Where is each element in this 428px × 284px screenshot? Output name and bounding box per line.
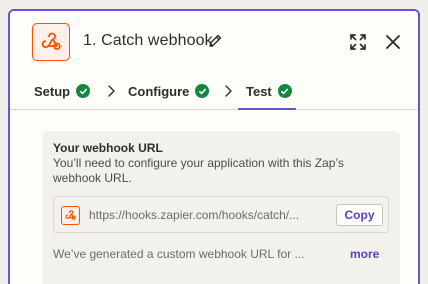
tab-test-label: Test xyxy=(246,83,272,99)
close-icon[interactable] xyxy=(385,34,401,50)
tab-setup-label: Setup xyxy=(34,83,71,99)
step-panel: 1. Catch webhook Setup Configure Test Yo… xyxy=(8,9,420,284)
more-link[interactable]: more xyxy=(350,247,379,261)
generated-url-text: We’ve generated a custom webhook URL for… xyxy=(53,247,305,261)
webhook-small-icon xyxy=(61,206,80,225)
webhook-icon xyxy=(41,32,61,50)
step-tabs: Setup Configure Test xyxy=(10,72,418,111)
webhook-url-value[interactable]: https://hooks.zapier.com/hooks/catch/... xyxy=(89,208,329,222)
expand-icon[interactable] xyxy=(349,33,367,51)
webhook-url-title: Your webhook URL xyxy=(53,141,163,155)
step-header: 1. Catch webhook xyxy=(10,11,418,72)
chevron-right-icon xyxy=(225,85,232,97)
webhook-url-description: You’ll need to configure your applicatio… xyxy=(53,156,344,185)
pencil-icon[interactable] xyxy=(207,33,223,49)
step-title: 1. Catch webhook xyxy=(83,32,213,49)
tab-setup[interactable]: Setup xyxy=(34,72,91,110)
tab-configure-label: Configure xyxy=(128,83,190,99)
webhook-url-card: Your webhook URL You’ll need to configur… xyxy=(42,131,400,284)
copy-button[interactable]: Copy xyxy=(336,204,383,226)
chevron-right-icon xyxy=(108,85,115,97)
step-body: Your webhook URL You’ll need to configur… xyxy=(10,110,418,284)
tab-test[interactable]: Test xyxy=(238,72,296,111)
check-circle-icon xyxy=(76,84,91,98)
tab-configure[interactable]: Configure xyxy=(128,72,210,110)
check-circle-icon xyxy=(195,84,210,98)
check-circle-icon xyxy=(277,84,292,98)
webhook-url-field[interactable]: https://hooks.zapier.com/hooks/catch/...… xyxy=(53,196,389,233)
webhook-app-icon xyxy=(32,23,70,61)
